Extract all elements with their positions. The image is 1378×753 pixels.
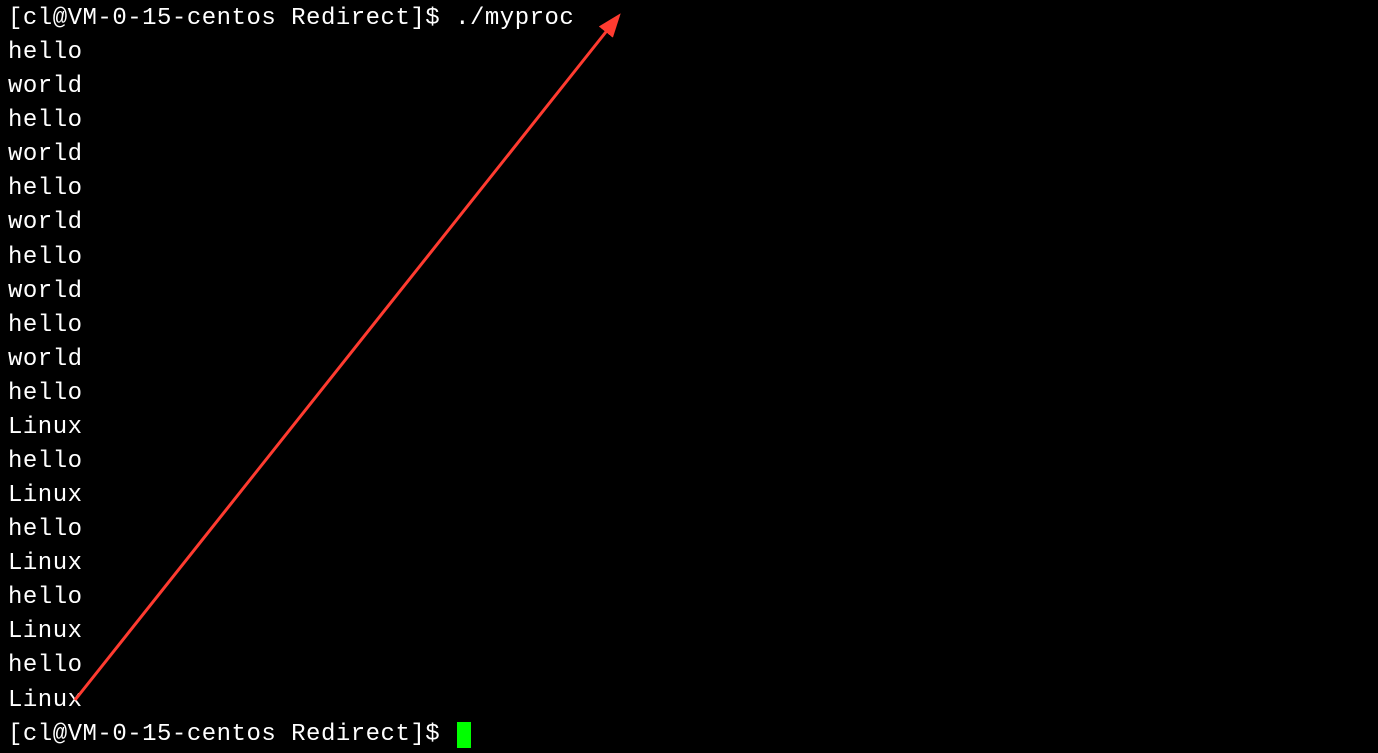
output-line: world bbox=[8, 343, 1378, 377]
output-line: hello bbox=[8, 104, 1378, 138]
output-line: world bbox=[8, 70, 1378, 104]
output-line: world bbox=[8, 275, 1378, 309]
terminal-output[interactable]: [cl@VM-0-15-centos Redirect]$ ./myproc h… bbox=[8, 2, 1378, 752]
output-line: hello bbox=[8, 241, 1378, 275]
output-line: Linux bbox=[8, 684, 1378, 718]
prompt-text-2: [cl@VM-0-15-centos Redirect]$ bbox=[8, 721, 455, 748]
cursor-block bbox=[457, 722, 471, 748]
output-line: Linux bbox=[8, 615, 1378, 649]
command-line-1: [cl@VM-0-15-centos Redirect]$ ./myproc bbox=[8, 2, 1378, 36]
prompt-text: [cl@VM-0-15-centos Redirect]$ bbox=[8, 5, 455, 32]
output-line: hello bbox=[8, 513, 1378, 547]
output-line: hello bbox=[8, 377, 1378, 411]
output-line: world bbox=[8, 206, 1378, 240]
command-line-2: [cl@VM-0-15-centos Redirect]$ bbox=[8, 718, 1378, 752]
output-line: world bbox=[8, 138, 1378, 172]
output-line: hello bbox=[8, 36, 1378, 70]
output-line: hello bbox=[8, 649, 1378, 683]
output-line: Linux bbox=[8, 411, 1378, 445]
output-line: Linux bbox=[8, 547, 1378, 581]
output-line: Linux bbox=[8, 479, 1378, 513]
output-line: hello bbox=[8, 309, 1378, 343]
output-line: hello bbox=[8, 445, 1378, 479]
output-line: hello bbox=[8, 581, 1378, 615]
output-lines: helloworldhelloworldhelloworldhelloworld… bbox=[8, 36, 1378, 718]
command-text: ./myproc bbox=[455, 5, 574, 32]
output-line: hello bbox=[8, 172, 1378, 206]
